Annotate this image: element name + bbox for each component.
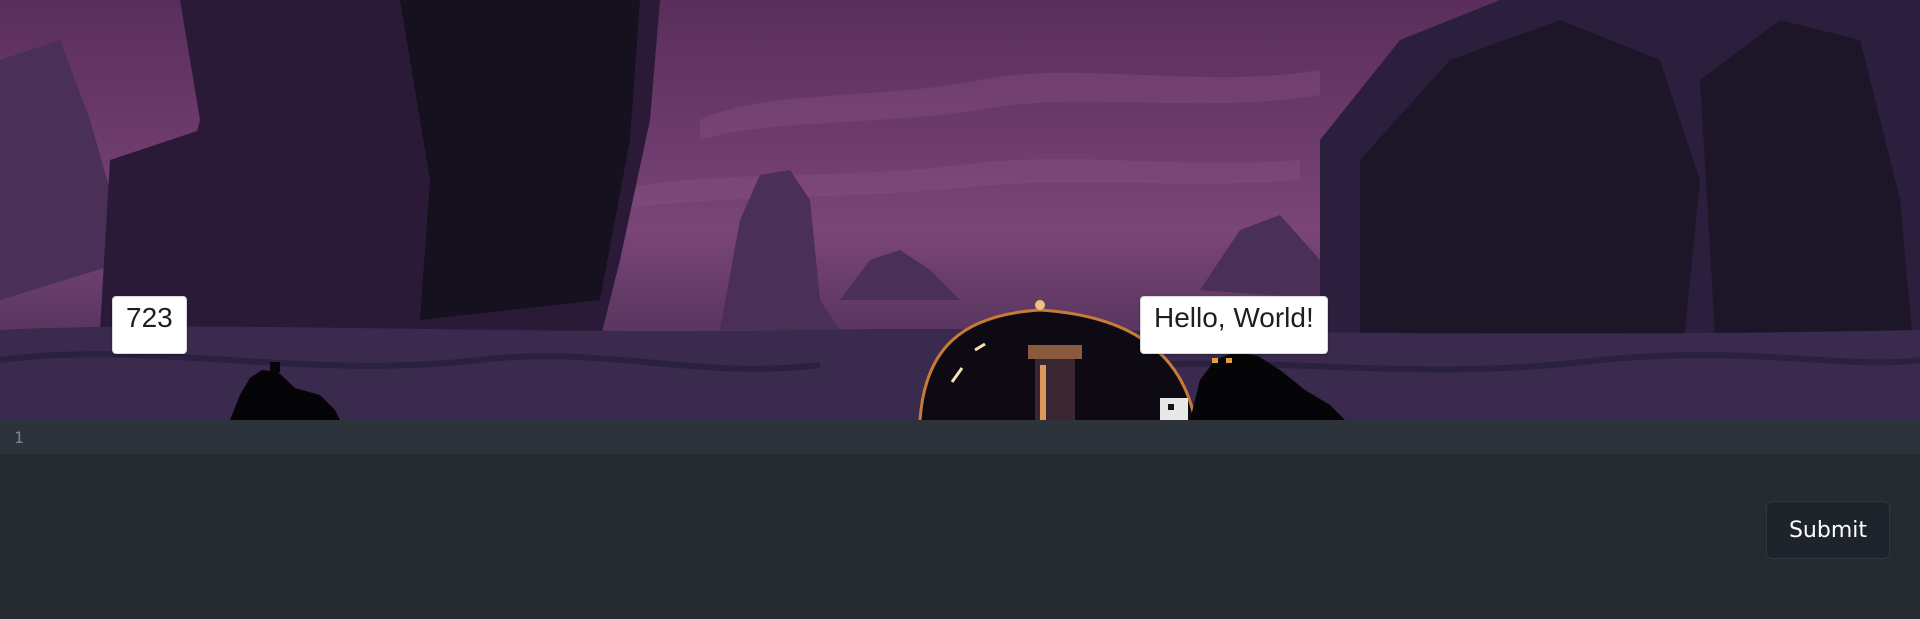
game-viewport[interactable]: 723 Hello, World! [0,0,1920,420]
robot-character [1160,398,1188,420]
score-bubble: 723 [112,296,187,354]
code-editor[interactable]: 1 Submit [0,420,1920,619]
editor-active-line[interactable]: 1 [0,420,1920,454]
character-speech-bubble: Hello, World! [1140,296,1328,354]
sky-clouds [620,70,1320,210]
left-pillars-dark [400,0,640,320]
game-scene [0,0,1920,420]
page: 723 Hello, World! 1 Submit [0,0,1920,619]
submit-button[interactable]: Submit [1766,501,1890,559]
code-input[interactable] [48,420,1748,454]
line-number: 1 [14,428,24,447]
